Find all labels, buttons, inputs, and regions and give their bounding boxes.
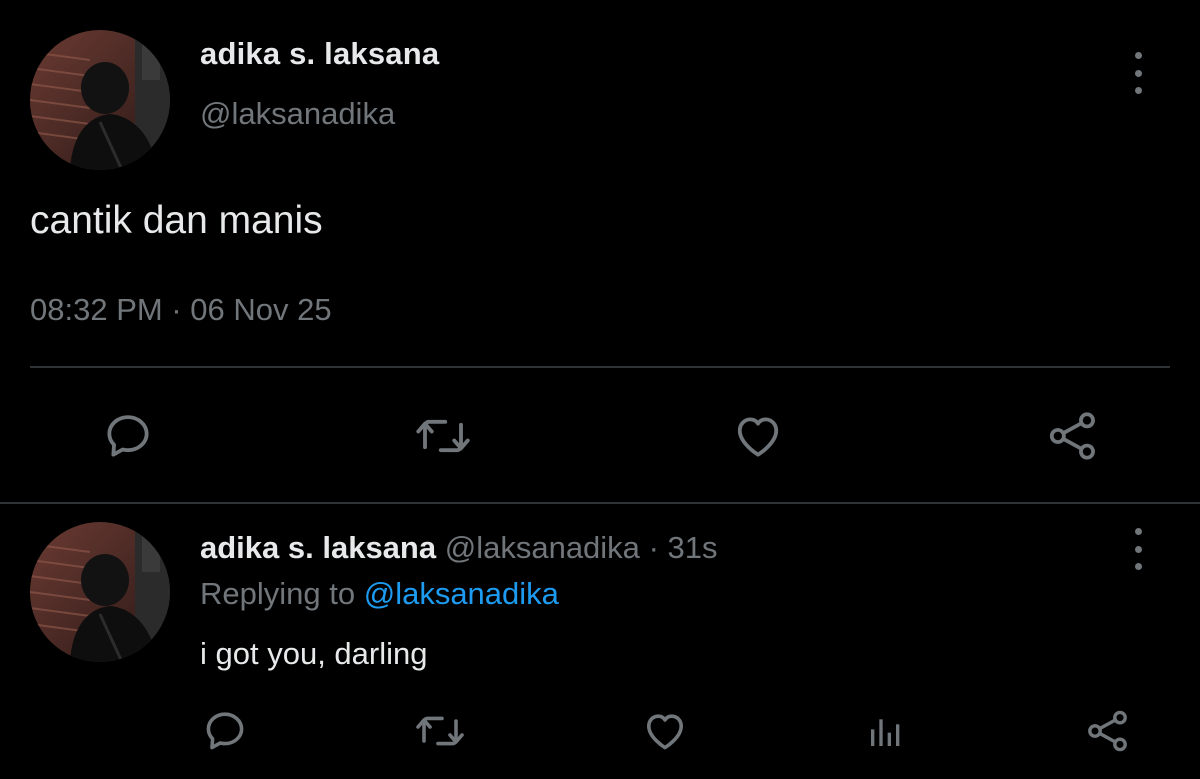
separator-dot: · xyxy=(648,530,659,565)
retweet-icon xyxy=(416,716,464,746)
author-handle[interactable]: @laksanadika xyxy=(200,96,395,132)
replying-to: Replying to @laksanadika xyxy=(200,576,559,612)
like-icon xyxy=(647,714,683,750)
divider xyxy=(30,366,1170,368)
retweet-icon xyxy=(416,419,470,453)
more-options-icon[interactable] xyxy=(1128,528,1148,570)
reply-icon xyxy=(206,712,244,750)
reply-author-handle[interactable]: @laksanadika xyxy=(445,530,640,565)
like-button[interactable] xyxy=(728,408,788,464)
views-icon xyxy=(871,719,900,746)
reply-button[interactable] xyxy=(198,706,252,756)
share-icon xyxy=(1088,710,1127,752)
retweet-button[interactable] xyxy=(410,706,470,756)
reply-header: adika s. laksana @laksanadika · 31s xyxy=(200,530,718,566)
retweet-button[interactable] xyxy=(410,408,476,464)
tweet-timestamp[interactable]: 08:32 PM · 06 Nov 25 xyxy=(30,292,332,328)
reply-age[interactable]: 31s xyxy=(668,530,718,565)
reply-author-avatar[interactable] xyxy=(30,522,170,662)
reply-text: i got you, darling xyxy=(200,636,428,671)
share-button[interactable] xyxy=(1042,406,1104,466)
avatar-photo xyxy=(30,522,170,662)
share-button[interactable] xyxy=(1082,706,1134,756)
reply-author-name[interactable]: adika s. laksana xyxy=(200,530,436,565)
author-name[interactable]: adika s. laksana xyxy=(200,36,439,72)
author-avatar[interactable] xyxy=(30,30,170,170)
tweet-text: cantik dan manis xyxy=(30,199,323,242)
like-icon xyxy=(737,417,779,457)
share-icon xyxy=(1049,412,1095,460)
replying-mention-link[interactable]: @laksanadika xyxy=(364,576,559,611)
divider xyxy=(0,502,1200,504)
avatar-photo xyxy=(30,30,170,170)
reply-icon xyxy=(107,415,149,457)
views-button[interactable] xyxy=(862,708,910,754)
replying-prefix: Replying to xyxy=(200,576,356,611)
more-options-icon[interactable] xyxy=(1128,52,1148,94)
reply-button[interactable] xyxy=(98,408,158,464)
like-button[interactable] xyxy=(638,706,692,756)
